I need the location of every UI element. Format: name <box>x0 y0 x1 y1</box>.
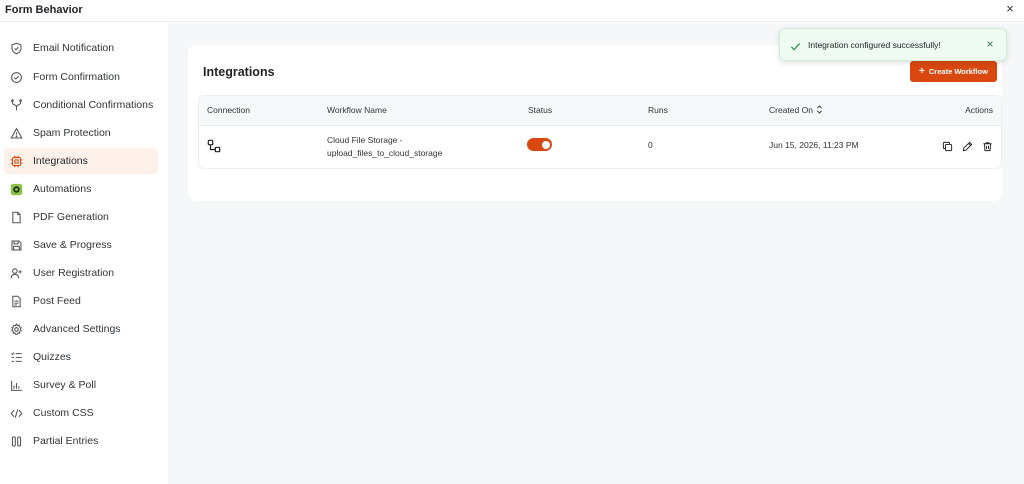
table-header: Connection Workflow Name Status Runs Cre… <box>199 96 1001 126</box>
sidebar-item-conditional-confirmations[interactable]: Conditional Confirmations <box>4 92 158 118</box>
shield-icon <box>9 41 23 55</box>
plus-icon: + <box>919 65 925 77</box>
sidebar-item-custom-css[interactable]: Custom CSS <box>4 400 158 426</box>
create-workflow-button[interactable]: + Create Workflow <box>910 61 997 82</box>
sidebar-item-label: PDF Generation <box>33 211 109 223</box>
sidebar-item-label: Quizzes <box>33 351 71 363</box>
workflow-name-line1: Cloud File Storage - <box>327 135 403 145</box>
toast-close-icon[interactable]: × <box>984 37 996 51</box>
sidebar-item-email-notification[interactable]: Email Notification <box>4 35 158 61</box>
sidebar-item-label: Post Feed <box>33 295 81 307</box>
sidebar-item-save-progress[interactable]: Save & Progress <box>4 232 158 258</box>
sort-icon <box>816 105 823 116</box>
sidebar-item-label: Partial Entries <box>33 435 99 447</box>
sidebar-item-label: Custom CSS <box>33 407 94 419</box>
workflow-name: Cloud File Storage - upload_files_to_clo… <box>327 134 487 160</box>
save-icon <box>9 238 23 252</box>
modal-header: Form Behavior × <box>0 0 1024 22</box>
column-header-created-on[interactable]: Created On <box>769 105 823 116</box>
page-title: Integrations <box>203 65 275 79</box>
columns-icon <box>9 434 23 448</box>
sidebar-item-label: Integrations <box>33 155 88 167</box>
column-header-actions: Actions <box>965 105 993 115</box>
sidebar-item-label: Survey & Poll <box>33 379 97 391</box>
modal-title: Form Behavior <box>5 4 83 16</box>
column-header-connection: Connection <box>207 105 251 115</box>
automation-icon <box>9 182 23 196</box>
branch-icon <box>9 98 23 112</box>
column-header-runs: Runs <box>648 105 668 115</box>
toast-message: Integration configured successfully! <box>808 40 941 50</box>
main-content: Integrations + Create Workflow Connectio… <box>168 23 1024 484</box>
sidebar-item-label: Conditional Confirmations <box>33 99 154 111</box>
created-on-label: Created On <box>769 105 813 115</box>
sidebar-item-advanced-settings[interactable]: Advanced Settings <box>4 316 158 342</box>
status-toggle[interactable] <box>527 138 552 151</box>
sidebar-item-spam-protection[interactable]: Spam Protection <box>4 120 158 146</box>
column-header-workflow-name: Workflow Name <box>327 105 387 115</box>
runs-value: 0 <box>648 140 653 150</box>
toggle-knob <box>542 140 550 149</box>
sidebar-item-integrations[interactable]: Integrations <box>4 148 158 174</box>
code-icon <box>9 406 23 420</box>
warning-icon <box>9 126 23 140</box>
sidebar-item-label: Advanced Settings <box>33 323 121 335</box>
connection-icon <box>207 139 221 155</box>
check-circle-icon <box>9 70 23 84</box>
sidebar-item-survey-poll[interactable]: Survey & Poll <box>4 372 158 398</box>
checkmark-icon <box>790 39 801 51</box>
edit-icon[interactable] <box>961 140 973 152</box>
document-icon <box>9 294 23 308</box>
sidebar-item-form-confirmation[interactable]: Form Confirmation <box>4 64 158 90</box>
file-icon <box>9 210 23 224</box>
column-header-status: Status <box>528 105 553 115</box>
chip-icon <box>9 154 23 168</box>
create-workflow-label: Create Workflow <box>928 67 988 76</box>
sidebar: Email Notification Form Confirmation Con… <box>0 23 168 484</box>
sidebar-item-user-registration[interactable]: User Registration <box>4 260 158 286</box>
workflows-table: Connection Workflow Name Status Runs Cre… <box>198 95 1002 169</box>
sidebar-item-quizzes[interactable]: Quizzes <box>4 344 158 370</box>
sidebar-item-label: Form Confirmation <box>33 71 120 83</box>
sidebar-item-label: Automations <box>33 183 92 195</box>
close-icon[interactable]: × <box>1003 2 1017 16</box>
sidebar-item-partial-entries[interactable]: Partial Entries <box>4 428 158 454</box>
copy-icon[interactable] <box>941 140 953 152</box>
integrations-card: Integrations + Create Workflow Connectio… <box>188 45 1002 201</box>
sidebar-item-label: Save & Progress <box>33 239 112 251</box>
workflow-name-line2: upload_files_to_cloud_storage <box>327 148 443 158</box>
created-on-value: Jun 15, 2026, 11:23 PM <box>769 140 859 150</box>
sidebar-item-post-feed[interactable]: Post Feed <box>4 288 158 314</box>
table-row: Cloud File Storage - upload_files_to_clo… <box>199 126 1001 168</box>
user-plus-icon <box>9 266 23 280</box>
sidebar-item-label: User Registration <box>33 267 115 279</box>
sidebar-item-label: Spam Protection <box>33 127 111 139</box>
sidebar-item-automations[interactable]: Automations <box>4 176 158 202</box>
gear-icon <box>9 322 23 336</box>
success-toast: Integration configured successfully! × <box>779 28 1007 61</box>
sidebar-item-label: Email Notification <box>33 42 115 54</box>
bar-chart-icon <box>9 378 23 392</box>
list-icon <box>9 350 23 364</box>
row-actions <box>941 140 993 152</box>
trash-icon[interactable] <box>981 140 993 152</box>
sidebar-item-pdf-generation[interactable]: PDF Generation <box>4 204 158 230</box>
